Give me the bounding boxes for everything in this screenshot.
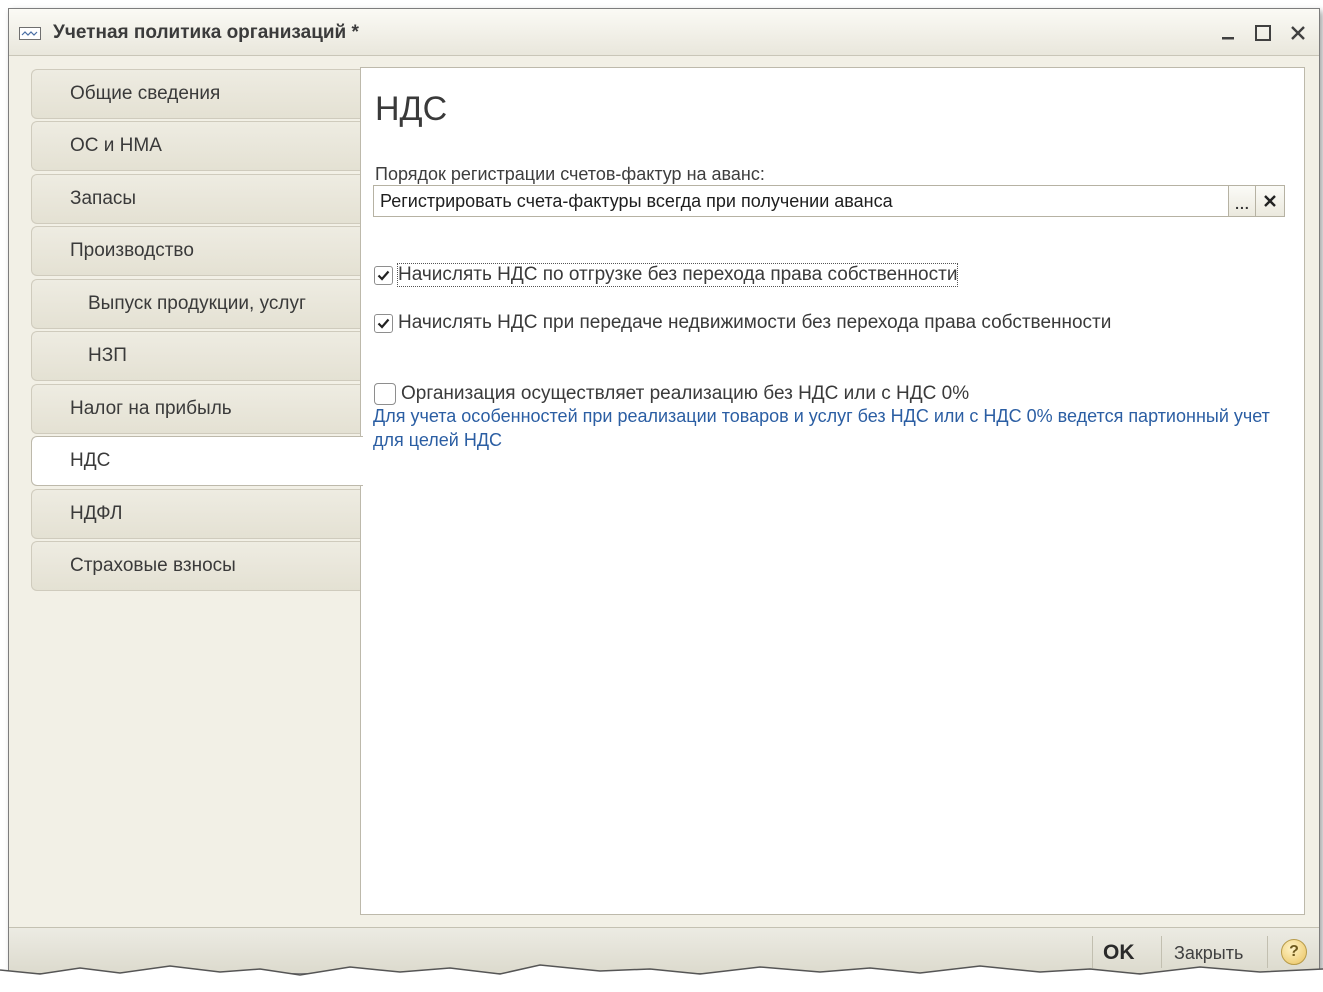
sidebar-item-inventory[interactable]: Запасы	[31, 174, 361, 224]
sidebar-item-label: Общие сведения	[70, 83, 221, 104]
clear-icon	[1264, 195, 1276, 207]
sections-sidebar: Общие сведения ОС и НМА Запасы Производс…	[31, 69, 363, 599]
maximize-button[interactable]	[1249, 19, 1277, 47]
close-window-button[interactable]	[1284, 19, 1312, 47]
sidebar-item-label: Выпуск продукции, услуг	[88, 293, 306, 314]
checkmark-icon	[377, 270, 390, 281]
maximize-icon	[1255, 25, 1271, 41]
minimize-button[interactable]	[1214, 19, 1242, 47]
sidebar-item-label: НЗП	[88, 345, 127, 366]
sidebar-item-label: Запасы	[70, 188, 137, 209]
sidebar-item-ndfl[interactable]: НДФЛ	[31, 489, 361, 539]
vat-exempt-checkbox[interactable]: Организация осуществляет реализацию без …	[374, 383, 969, 405]
minimize-icon	[1222, 37, 1234, 40]
policy-window: Учетная политика организаций * Общие све…	[8, 8, 1320, 974]
window-title: Учетная политика организаций *	[53, 22, 359, 43]
sidebar-item-vat[interactable]: НДС	[31, 436, 363, 486]
form-icon	[19, 27, 41, 40]
sidebar-item-label: НДФЛ	[70, 503, 123, 524]
checkbox-label: Начислять НДС при передаче недвижимости …	[398, 312, 1112, 333]
sidebar-item-label: Налог на прибыль	[70, 398, 232, 419]
vat-settings-panel: НДС Порядок регистрации счетов-фактур на…	[360, 67, 1305, 915]
sidebar-item-label: Страховые взносы	[70, 555, 236, 576]
invoice-order-field[interactable]: Регистрировать счета-фактуры всегда при …	[373, 185, 1285, 217]
checkbox-label: Начислять НДС по отгрузке без перехода п…	[396, 263, 959, 287]
invoice-order-label: Порядок регистрации счетов-фактур на ава…	[375, 164, 765, 184]
sidebar-item-output[interactable]: Выпуск продукции, услуг	[31, 279, 361, 329]
torn-edge-decoration	[0, 964, 1323, 992]
sidebar-item-income-tax[interactable]: Налог на прибыль	[31, 384, 361, 434]
checkbox-box[interactable]	[374, 265, 393, 285]
title-bar[interactable]: Учетная политика организаций *	[9, 9, 1319, 56]
sidebar-item-label: Производство	[70, 240, 194, 261]
select-button[interactable]: ...	[1228, 186, 1256, 216]
page-title: НДС	[375, 90, 448, 128]
close-icon	[1291, 26, 1305, 40]
sidebar-item-general[interactable]: Общие сведения	[31, 69, 361, 119]
checkbox-box[interactable]	[374, 313, 393, 333]
invoice-order-value: Регистрировать счета-фактуры всегда при …	[380, 191, 893, 211]
sidebar-item-fixed-assets[interactable]: ОС и НМА	[31, 121, 361, 171]
sidebar-item-label: НДС	[70, 450, 111, 471]
checkbox-box[interactable]	[374, 383, 396, 405]
clear-button[interactable]	[1255, 186, 1284, 216]
sidebar-item-label: ОС и НМА	[70, 135, 162, 156]
checkbox-label: Организация осуществляет реализацию без …	[401, 383, 970, 404]
sidebar-item-insurance[interactable]: Страховые взносы	[31, 541, 361, 591]
sidebar-item-production[interactable]: Производство	[31, 226, 361, 276]
checkmark-icon	[377, 318, 390, 329]
vat-shipment-checkbox[interactable]: Начислять НДС по отгрузке без перехода п…	[374, 263, 959, 287]
vat-realty-checkbox[interactable]: Начислять НДС при передаче недвижимости …	[374, 312, 1111, 334]
info-note: Для учета особенностей при реализации то…	[373, 406, 1270, 450]
sidebar-item-wip[interactable]: НЗП	[31, 331, 361, 381]
